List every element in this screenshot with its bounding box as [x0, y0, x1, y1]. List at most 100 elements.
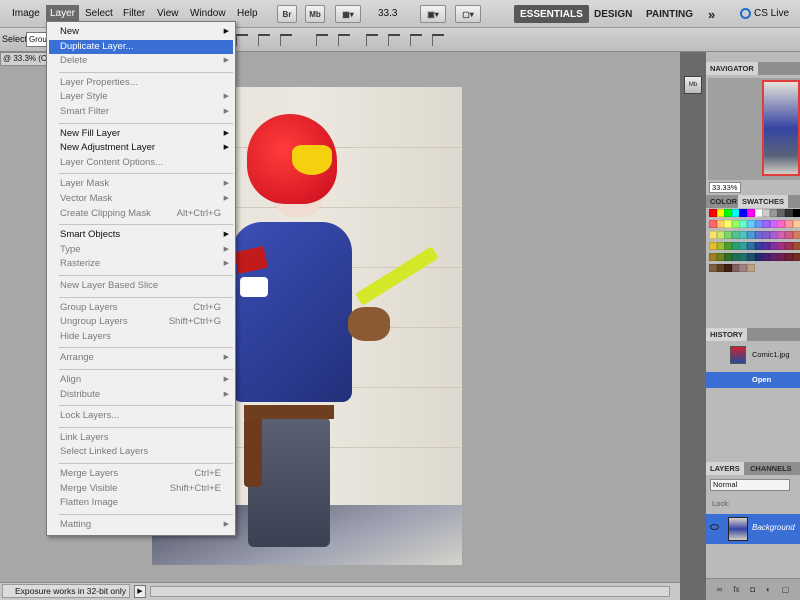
horizontal-scrollbar[interactable] — [150, 586, 670, 597]
menu-view[interactable]: View — [157, 8, 179, 19]
status-info-text[interactable]: Exposure works in 32-bit only — [2, 584, 130, 598]
menu-item-delete[interactable]: Delete ▶ — [47, 54, 235, 68]
menu-item-hide-layers[interactable]: Hide Layers — [47, 330, 235, 344]
menu-item-new-adjustment-layer[interactable]: New Adjustment Layer ▶ — [47, 141, 235, 155]
menu-item-new-layer-based-slice[interactable]: New Layer Based Slice — [47, 279, 235, 293]
menu-item-merge-layers[interactable]: Merge Layers Ctrl+E — [47, 467, 235, 481]
tab-navigator[interactable]: NAVIGATOR — [706, 62, 758, 75]
swatch[interactable] — [792, 231, 800, 239]
menu-item-vector-mask[interactable]: Vector Mask ▶ — [47, 192, 235, 206]
menu-select[interactable]: Select — [85, 8, 113, 19]
link-layers-icon[interactable]: ∞ — [717, 585, 723, 594]
tab-color[interactable]: COLOR — [706, 195, 741, 208]
distribute-left-icon[interactable] — [280, 34, 292, 46]
menu-item-label: Vector Mask — [60, 193, 113, 204]
menu-image[interactable]: Image — [12, 8, 40, 19]
menu-item-label: Group Layers — [60, 301, 118, 313]
bridge-button[interactable]: Br — [277, 5, 297, 23]
distribute-hcenter-icon[interactable] — [316, 34, 328, 46]
submenu-arrow-icon: ▶ — [223, 390, 229, 398]
adjustment-layer-icon[interactable]: ◐ — [766, 585, 771, 594]
photo-figure-holster — [244, 417, 262, 487]
menu-layer[interactable]: Layer — [46, 5, 80, 22]
layer-mask-icon[interactable]: ◘ — [750, 585, 755, 594]
visibility-eye-icon[interactable] — [710, 524, 719, 530]
menu-item-layer-style[interactable]: Layer Style ▶ — [47, 90, 235, 104]
mini-bridge-button[interactable]: Mb — [305, 5, 325, 23]
menu-item-duplicate-layer[interactable]: Duplicate Layer... — [49, 39, 233, 54]
status-menu-arrow-icon[interactable]: ▶ — [134, 585, 146, 598]
menu-window[interactable]: Window — [190, 8, 226, 19]
distribute-height-icon[interactable] — [410, 34, 422, 46]
submenu-arrow-icon: ▶ — [223, 245, 229, 253]
workspace-design[interactable]: DESIGN — [588, 5, 638, 23]
menu-item-rasterize[interactable]: Rasterize ▶ — [47, 257, 235, 271]
menu-item-smart-objects[interactable]: Smart Objects ▶ — [47, 228, 235, 242]
menu-item-merge-visible[interactable]: Merge Visible Shift+Ctrl+E — [47, 482, 235, 496]
menu-item-distribute[interactable]: Distribute ▶ — [47, 388, 235, 402]
swatch[interactable] — [792, 209, 800, 217]
swatch[interactable] — [792, 220, 800, 228]
menu-item-group-layers[interactable]: Group Layers Ctrl+G — [47, 301, 235, 315]
more-workspaces-icon[interactable]: » — [702, 5, 721, 23]
arrange-documents-button[interactable]: ▣▾ — [420, 5, 446, 23]
workspace-essentials[interactable]: ESSENTIALS — [514, 5, 589, 23]
menu-item-label: New Fill Layer — [60, 127, 121, 139]
menu-item-select-linked-layers[interactable]: Select Linked Layers — [47, 445, 235, 459]
screen-mode-button[interactable]: ▢▾ — [455, 5, 481, 23]
menu-item-arrange[interactable]: Arrange ▶ — [47, 351, 235, 365]
menu-help[interactable]: Help — [237, 8, 258, 19]
tab-swatches[interactable]: SWATCHES — [738, 195, 788, 208]
menu-item-label: Layer Properties... — [60, 76, 138, 88]
menu-item-layer-mask[interactable]: Layer Mask ▶ — [47, 177, 235, 191]
tab-channels[interactable]: CHANNELS — [746, 462, 796, 475]
tab-history[interactable]: HISTORY — [706, 328, 747, 341]
distribute-width-icon[interactable] — [388, 34, 400, 46]
menu-item-create-clipping-mask[interactable]: Create Clipping Mask Alt+Ctrl+G — [47, 207, 235, 221]
submenu-arrow-icon: ▶ — [223, 260, 229, 268]
menu-separator — [59, 347, 233, 349]
blend-mode-select[interactable]: Normal — [710, 479, 790, 491]
cs-live-button[interactable]: CS Live — [740, 8, 789, 19]
menu-item-new-fill-layer[interactable]: New Fill Layer ▶ — [47, 127, 235, 141]
menu-item-lock-layers[interactable]: Lock Layers... — [47, 409, 235, 423]
layer-style-icon[interactable]: fx — [733, 585, 739, 594]
menu-item-ungroup-layers[interactable]: Ungroup Layers Shift+Ctrl+G — [47, 315, 235, 329]
swatch[interactable] — [747, 264, 755, 272]
swatch[interactable] — [792, 253, 800, 261]
menu-item-type[interactable]: Type ▶ — [47, 243, 235, 257]
distribute-right-icon[interactable] — [338, 34, 350, 46]
color-panel-header: COLOR SWATCHES — [706, 195, 800, 208]
menu-item-align[interactable]: Align ▶ — [47, 373, 235, 387]
workspace-painting[interactable]: PAINTING — [640, 5, 699, 23]
navigator-zoom-field[interactable]: 33.33% — [709, 182, 741, 193]
menu-filter[interactable]: Filter — [123, 8, 145, 19]
menu-item-link-layers[interactable]: Link Layers — [47, 431, 235, 445]
view-extras-button[interactable]: ▦▾ — [335, 5, 361, 23]
menu-item-label: Merge Layers — [60, 468, 119, 479]
menu-item-flatten-image[interactable]: Flatten Image — [47, 496, 235, 510]
mini-bridge-panel-icon[interactable]: Mb — [684, 76, 702, 94]
menu-item-layer-properties[interactable]: Layer Properties... — [47, 76, 235, 90]
distribute-bottom-icon[interactable] — [258, 34, 270, 46]
menu-item-layer-content-options[interactable]: Layer Content Options... — [47, 156, 235, 170]
history-panel-header: HISTORY — [706, 328, 800, 341]
layers-footer: ∞ fx ◘ ◐ ▢ — [706, 578, 800, 600]
snapshot-thumbnail — [730, 346, 746, 364]
menu-item-new[interactable]: New ▶ — [47, 25, 235, 39]
layer-row-background[interactable]: Background — [706, 514, 800, 544]
auto-align-icon[interactable] — [432, 34, 444, 46]
new-group-icon[interactable]: ▢ — [782, 585, 790, 594]
menu-item-matting[interactable]: Matting ▶ — [47, 518, 235, 532]
menu-item-smart-filter[interactable]: Smart Filter ▶ — [47, 105, 235, 119]
tab-layers[interactable]: LAYERS — [706, 462, 744, 475]
photo-figure-gun — [355, 246, 439, 306]
zoom-level[interactable]: 33.3 — [378, 8, 397, 19]
history-state-open[interactable]: Open — [706, 372, 800, 388]
swatch[interactable] — [792, 242, 800, 250]
auto-select-dropdown[interactable]: Grou — [26, 32, 48, 47]
menu-separator — [59, 275, 233, 276]
distribute-spacing-icon[interactable] — [366, 34, 378, 46]
history-snapshot[interactable]: Comic1.jpg — [706, 344, 800, 366]
distribute-vcenter-icon[interactable] — [236, 34, 248, 46]
